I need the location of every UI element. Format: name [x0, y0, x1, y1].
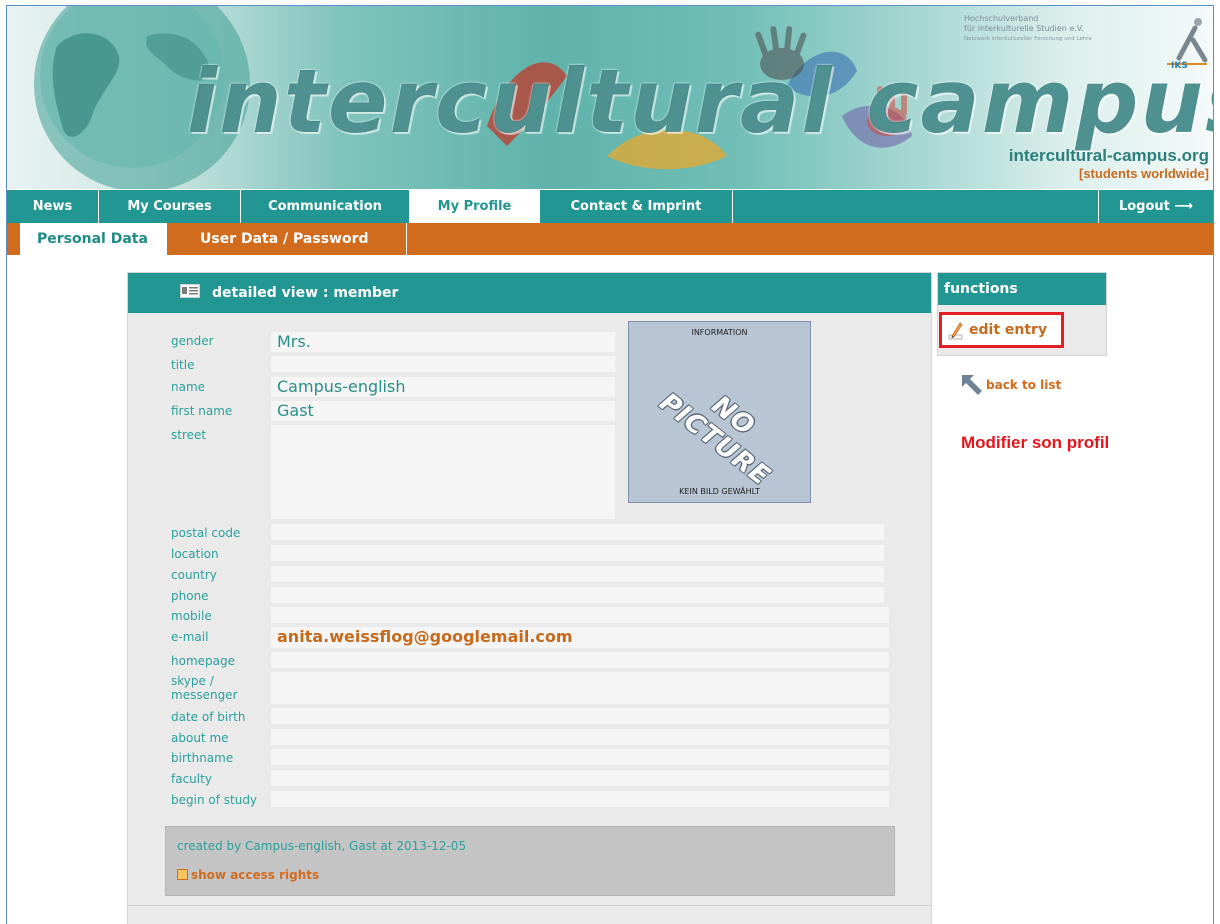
site-tagline: [students worldwide]: [1079, 166, 1209, 181]
svg-text:IKS: IKS: [1171, 61, 1188, 70]
panel-divider: [128, 905, 931, 906]
subnav-user-data-password[interactable]: User Data / Password: [167, 223, 407, 255]
postal-code-value: [271, 524, 884, 540]
nav-news[interactable]: News: [7, 190, 99, 223]
site-banner: intercultural campus Hochschulverband fü…: [7, 6, 1213, 189]
faculty-value: [271, 770, 889, 786]
first-name-value: Gast: [271, 401, 615, 421]
panel-title: detailed view : member: [212, 285, 399, 301]
birthname-value: [271, 749, 889, 765]
gender-label: gender: [171, 334, 214, 348]
no-picture-text: NO PICTURE: [653, 387, 776, 493]
phone-value: [271, 587, 884, 603]
faculty-label: faculty: [171, 772, 212, 786]
nav-contact-imprint[interactable]: Contact & Imprint: [540, 190, 733, 223]
expand-icon: [177, 869, 188, 880]
name-value: Campus-english: [271, 377, 615, 397]
association-line-2: für interkulturelle Studien e.V.: [964, 24, 1084, 33]
show-access-rights-link[interactable]: show access rights: [177, 868, 319, 882]
back-to-list-label: back to list: [986, 378, 1062, 392]
association-text: Hochschulverband für interkulturelle Stu…: [964, 14, 1092, 44]
gender-value: Mrs.: [271, 332, 615, 352]
no-picture-subtext: KEIN BILD GEWÄHLT: [679, 487, 760, 496]
email-value[interactable]: anita.weissflog@googlemail.com: [271, 627, 889, 648]
date-of-birth-label: date of birth: [171, 710, 246, 724]
skype-label: skype /: [171, 674, 214, 688]
created-by-text: created by Campus-english, Gast at 2013-…: [177, 839, 467, 853]
title-label: title: [171, 358, 195, 372]
nav-my-profile[interactable]: My Profile: [410, 190, 540, 223]
location-label: location: [171, 547, 219, 561]
phone-label: phone: [171, 589, 209, 603]
subnav-personal-data[interactable]: Personal Data: [20, 223, 167, 255]
nav-my-courses[interactable]: My Courses: [99, 190, 241, 223]
picture-information-label: INFORMATION: [691, 328, 748, 337]
detail-panel: detailed view : member gender title name…: [127, 272, 932, 924]
association-line-1: Hochschulverband: [964, 14, 1039, 23]
logout-button[interactable]: Logout ⟶: [1098, 190, 1213, 223]
country-value: [271, 566, 884, 582]
banner-title: intercultural campus: [187, 50, 1213, 153]
iks-logo-icon: IKS: [1167, 18, 1208, 70]
date-of-birth-value: [271, 708, 889, 724]
record-info-box: created by Campus-english, Gast at 2013-…: [165, 826, 895, 896]
main-nav: News My Courses Communication My Profile…: [7, 190, 1213, 223]
street-value: [271, 425, 615, 519]
profile-picture-placeholder: INFORMATION NO PICTURE KEIN BILD GEWÄHLT: [628, 321, 811, 503]
mobile-label: mobile: [171, 609, 212, 623]
mobile-value: [271, 607, 889, 623]
sub-nav: Personal Data User Data / Password: [7, 223, 1213, 255]
homepage-label: homepage: [171, 654, 235, 668]
country-label: country: [171, 568, 217, 582]
edit-entry-label: edit entry: [969, 322, 1048, 338]
functions-header: functions: [938, 273, 1106, 305]
about-me-value: [271, 729, 889, 745]
birthname-label: birthname: [171, 751, 234, 765]
messenger-label: messenger: [171, 688, 238, 702]
homepage-value: [271, 652, 889, 668]
functions-box: functions edit entry: [937, 272, 1107, 356]
annotation-text: Modifier son profil: [961, 433, 1110, 452]
messenger-value: [271, 672, 889, 704]
about-me-label: about me: [171, 731, 229, 745]
edit-entry-button[interactable]: edit entry: [939, 312, 1064, 348]
begin-of-study-value: [271, 791, 889, 807]
first-name-label: first name: [171, 404, 233, 418]
location-value: [271, 545, 884, 561]
title-value: [271, 356, 615, 372]
back-arrow-icon: [962, 375, 982, 395]
panel-header: detailed view : member: [128, 273, 931, 313]
association-line-3: Netzwerk interkultureller Forschung und …: [964, 36, 1092, 42]
pencil-icon: [948, 322, 963, 340]
member-card-icon: [180, 284, 200, 298]
begin-of-study-label: begin of study: [171, 793, 258, 807]
site-url: intercultural-campus.org: [1008, 146, 1209, 165]
email-label: e-mail: [171, 630, 209, 644]
access-rights-label: show access rights: [191, 868, 320, 882]
page-frame: intercultural campus Hochschulverband fü…: [6, 5, 1214, 924]
postal-code-label: postal code: [171, 526, 241, 540]
name-label: name: [171, 380, 206, 394]
street-label: street: [171, 428, 207, 442]
nav-communication[interactable]: Communication: [241, 190, 410, 223]
